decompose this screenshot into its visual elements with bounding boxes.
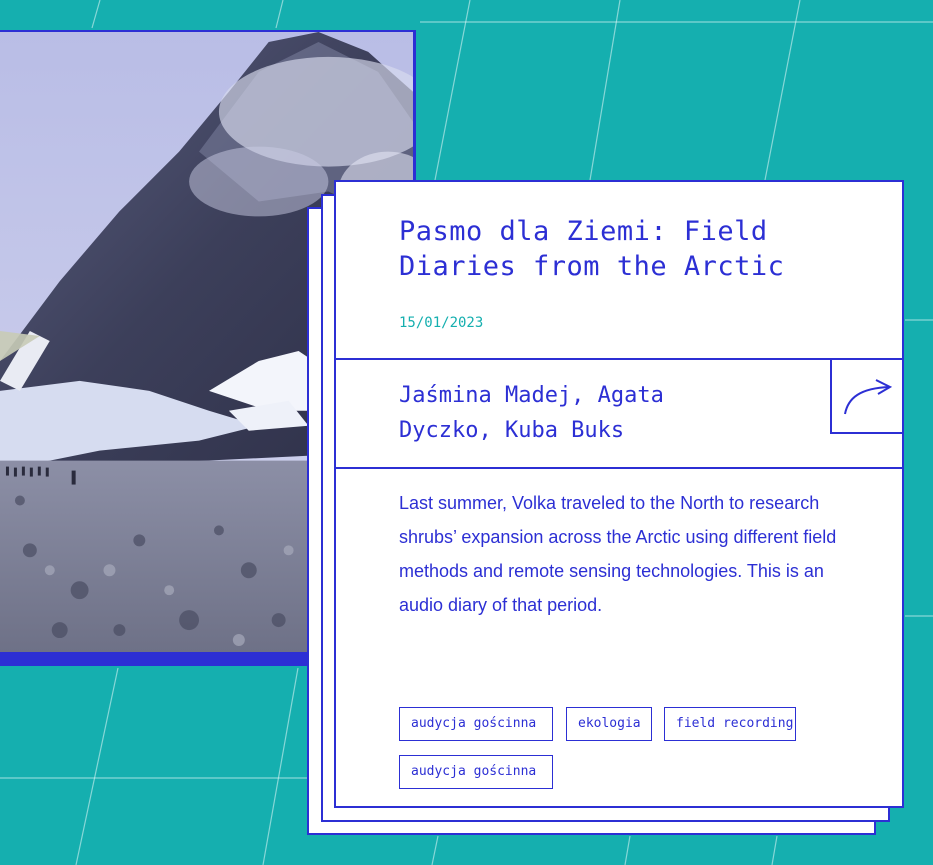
share-button[interactable] [830, 358, 904, 434]
arrow-curve-right-icon [844, 379, 893, 415]
tag[interactable]: ekologia [566, 707, 652, 741]
tag[interactable]: audycja gościnna [399, 755, 553, 789]
post-date: 15/01/2023 [399, 315, 484, 331]
divider [336, 467, 902, 469]
post-card[interactable]: Pasmo dla Ziemi: Field Diaries from the … [334, 180, 904, 808]
post-authors: Jaśmina Madej, Agata Dyczko, Kuba Buks [399, 383, 664, 443]
post-title[interactable]: Pasmo dla Ziemi: Field Diaries from the … [399, 214, 819, 284]
post-description: Last summer, Volka traveled to the North… [399, 493, 837, 615]
tag[interactable]: audycja gościnna [399, 707, 553, 741]
tag[interactable]: field recording [664, 707, 796, 741]
divider [336, 358, 902, 360]
